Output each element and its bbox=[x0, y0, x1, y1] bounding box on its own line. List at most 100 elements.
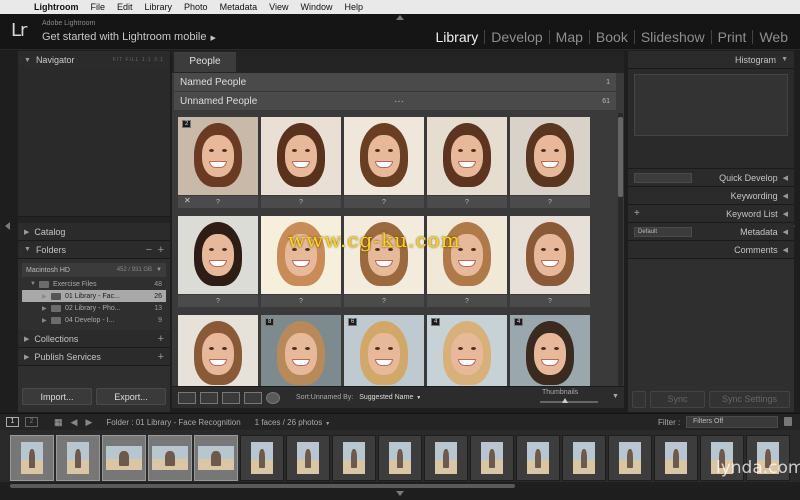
name-field[interactable]: ? bbox=[427, 295, 507, 307]
filmstrip-thumbnail[interactable] bbox=[424, 435, 468, 481]
add-folder-icon[interactable]: + bbox=[158, 244, 164, 256]
menu-file[interactable]: File bbox=[85, 2, 112, 12]
stack-count-badge[interactable]: 6 bbox=[348, 318, 358, 326]
expand-triangle-icon[interactable]: ▼ bbox=[781, 56, 788, 63]
folder-item[interactable]: ▶ 04 Develop - I... 9 bbox=[22, 314, 166, 326]
quick-develop-header[interactable]: Quick Develop ◀ bbox=[628, 169, 794, 187]
grid-scrollbar[interactable] bbox=[618, 113, 623, 403]
keywording-header[interactable]: Keywording ◀ bbox=[628, 187, 794, 205]
module-map[interactable]: Map bbox=[548, 30, 589, 44]
filmstrip-thumbnail[interactable] bbox=[470, 435, 514, 481]
comments-header[interactable]: Comments ◀ bbox=[628, 241, 794, 259]
expand-triangle-icon[interactable]: ▼ bbox=[24, 57, 31, 64]
grid-view-icon[interactable] bbox=[178, 391, 196, 404]
collapse-triangle-icon[interactable]: ▶ bbox=[42, 305, 48, 312]
menu-edit[interactable]: Edit bbox=[111, 2, 139, 12]
face-thumbnail[interactable]: 2? ✕ bbox=[178, 117, 258, 210]
folders-header[interactable]: ▼ Folders − + bbox=[18, 241, 170, 259]
expand-triangle-icon[interactable]: ▼ bbox=[24, 246, 31, 253]
chevron-down-icon[interactable]: ▼ bbox=[325, 421, 330, 427]
compare-view-icon[interactable] bbox=[222, 391, 240, 404]
filter-lock-icon[interactable] bbox=[784, 417, 792, 426]
filter-dropdown[interactable]: Filters Off bbox=[686, 416, 778, 428]
collapse-triangle-icon[interactable]: ◀ bbox=[783, 228, 788, 236]
name-field[interactable]: ? bbox=[510, 295, 590, 307]
filmstrip-thumbnail[interactable] bbox=[378, 435, 422, 481]
module-library[interactable]: Library bbox=[430, 30, 485, 44]
menu-photo[interactable]: Photo bbox=[178, 2, 214, 12]
slider-knob[interactable] bbox=[562, 398, 568, 403]
filmstrip-thumbnail[interactable] bbox=[608, 435, 652, 481]
unnamed-people-header[interactable]: Unnamed People ··· 61 bbox=[174, 92, 616, 110]
sort-value[interactable]: Suggested Name bbox=[359, 394, 413, 401]
navigator-zoom-options[interactable]: FIT FILL 1:1 3:1 bbox=[113, 57, 164, 63]
module-book[interactable]: Book bbox=[588, 30, 634, 44]
collapse-triangle-icon[interactable]: ▶ bbox=[42, 317, 48, 324]
expand-triangle-icon[interactable]: ▼ bbox=[30, 281, 36, 287]
toolbar-options-icon[interactable]: ▼ bbox=[612, 393, 619, 400]
face-thumbnail[interactable]: ? bbox=[261, 117, 341, 210]
collapse-triangle-icon[interactable]: ◀ bbox=[783, 192, 788, 200]
filmstrip-thumbnail[interactable] bbox=[516, 435, 560, 481]
bottom-panel-toggle-icon[interactable] bbox=[396, 491, 404, 496]
module-web[interactable]: Web bbox=[752, 30, 794, 44]
mobile-link-label[interactable]: Get started with Lightroom mobile bbox=[42, 31, 206, 43]
back-arrow-icon[interactable]: ◀ bbox=[71, 417, 78, 428]
catalog-header[interactable]: ▶ Catalog bbox=[18, 223, 170, 241]
menu-help[interactable]: Help bbox=[338, 2, 369, 12]
filmstrip-thumbnail[interactable] bbox=[562, 435, 606, 481]
menu-metadata[interactable]: Metadata bbox=[214, 2, 264, 12]
collapse-triangle-icon[interactable]: ◀ bbox=[783, 174, 788, 182]
menu-view[interactable]: View bbox=[263, 2, 294, 12]
add-collection-icon[interactable]: + bbox=[158, 333, 164, 345]
folder-item[interactable]: ▶ 02 Library - Pho... 13 bbox=[22, 302, 166, 314]
named-people-header[interactable]: Named People 1 bbox=[174, 73, 616, 91]
folder-item[interactable]: ▶ 01 Library - Fac... 26 bbox=[22, 290, 166, 302]
name-field[interactable]: ? bbox=[427, 196, 507, 208]
face-thumbnail[interactable]: ? bbox=[344, 117, 424, 210]
keyword-list-header[interactable]: + Keyword List ◀ bbox=[628, 205, 794, 223]
main-window-button[interactable]: 1 bbox=[6, 417, 19, 427]
sync-toggle-switch[interactable] bbox=[632, 390, 646, 408]
sync-settings-button[interactable]: Sync Settings bbox=[709, 390, 790, 408]
sync-button[interactable]: Sync bbox=[649, 390, 706, 408]
module-develop[interactable]: Develop bbox=[484, 30, 548, 44]
thumbnail-size-slider[interactable] bbox=[540, 398, 598, 403]
left-panel-toggle-icon[interactable] bbox=[5, 222, 10, 230]
collections-header[interactable]: ▶ Collections + bbox=[18, 330, 170, 348]
metadata-header[interactable]: Default Metadata ◀ bbox=[628, 223, 794, 241]
face-thumbnail[interactable]: ? bbox=[510, 216, 590, 309]
metadata-preset-dropdown[interactable]: Default bbox=[634, 227, 692, 237]
scrollbar-thumb[interactable] bbox=[10, 484, 515, 488]
collapse-triangle-icon[interactable]: ▶ bbox=[24, 353, 29, 361]
stack-count-badge[interactable]: 4 bbox=[431, 318, 441, 326]
menu-library[interactable]: Library bbox=[139, 2, 179, 12]
name-field[interactable]: ? bbox=[510, 196, 590, 208]
collapse-triangle-icon[interactable]: ◀ bbox=[783, 210, 788, 218]
source-path[interactable]: Folder : 01 Library - Face Recognition bbox=[106, 418, 240, 427]
mobile-arrow-icon[interactable]: ▶ bbox=[210, 35, 215, 42]
filmstrip-thumbnail[interactable] bbox=[194, 435, 238, 481]
reject-face-icon[interactable]: ✕ bbox=[184, 196, 191, 205]
face-thumbnail[interactable]: ? bbox=[510, 117, 590, 210]
filmstrip-thumbnail[interactable] bbox=[10, 435, 54, 481]
survey-view-icon[interactable] bbox=[244, 391, 262, 404]
tab-people[interactable]: People bbox=[174, 52, 236, 72]
remove-folder-icon[interactable]: − bbox=[146, 244, 152, 256]
collapse-triangle-icon[interactable]: ▶ bbox=[24, 335, 29, 343]
name-field[interactable]: ? bbox=[178, 295, 258, 307]
filmstrip-thumbnail[interactable] bbox=[102, 435, 146, 481]
stack-count-badge[interactable]: 4 bbox=[514, 318, 524, 326]
saved-preset-dropdown[interactable] bbox=[634, 173, 692, 183]
loupe-view-icon[interactable] bbox=[200, 391, 218, 404]
filmstrip-scrollbar[interactable] bbox=[0, 482, 800, 490]
collapse-triangle-icon[interactable]: ▶ bbox=[42, 293, 48, 300]
face-thumbnail[interactable]: ? bbox=[178, 216, 258, 309]
face-count-label[interactable]: 1 faces / 26 photos bbox=[255, 418, 323, 427]
filmstrip-thumbnail[interactable] bbox=[56, 435, 100, 481]
name-field[interactable]: ? bbox=[261, 196, 341, 208]
publish-services-header[interactable]: ▶ Publish Services + bbox=[18, 348, 170, 366]
stack-count-badge[interactable]: 2 bbox=[182, 120, 192, 128]
filmstrip-thumbnail[interactable] bbox=[286, 435, 330, 481]
menu-lightroom[interactable]: Lightroom bbox=[28, 2, 85, 12]
